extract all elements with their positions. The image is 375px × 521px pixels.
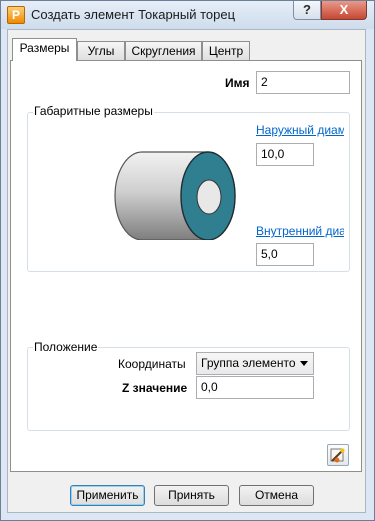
help-button[interactable]: ?	[293, 1, 321, 20]
cylinder-illustration	[114, 151, 236, 240]
tab-skrugleniya[interactable]: Скругления	[125, 41, 202, 61]
cylinder-hole	[196, 179, 222, 215]
close-button[interactable]: X	[321, 1, 367, 20]
app-icon: P	[7, 6, 25, 24]
tab-razmery[interactable]: Размеры	[12, 38, 77, 61]
window-title: Создать элемент Токарный торец	[31, 7, 236, 22]
dimensions-group-title: Габаритные размеры	[33, 104, 154, 118]
name-label: Имя	[225, 76, 250, 90]
coordinates-select-value: Группа элементо	[201, 356, 296, 370]
tab-ugly[interactable]: Углы	[77, 41, 125, 61]
position-group-title: Положение	[33, 340, 99, 354]
accept-button[interactable]: Принять	[154, 485, 229, 506]
outer-diameter-link[interactable]: Наружный диам	[256, 123, 344, 137]
name-input[interactable]: 2	[256, 71, 350, 94]
outer-diameter-input[interactable]: 10,0	[256, 143, 314, 166]
coordinates-label: Координаты	[118, 357, 186, 371]
inner-diameter-input[interactable]: 5,0	[256, 243, 314, 266]
wizard-button[interactable]	[327, 444, 349, 466]
inner-diameter-link[interactable]: Внутренний диа	[256, 224, 344, 238]
z-value-label: Z значение	[122, 381, 188, 395]
coordinates-select[interactable]: Группа элементо	[196, 352, 314, 375]
chevron-down-icon	[300, 361, 308, 366]
z-value-input[interactable]: 0,0	[196, 376, 314, 399]
tab-centr[interactable]: Центр	[202, 41, 250, 61]
magic-wand-icon	[330, 448, 345, 463]
cancel-button[interactable]: Отмена	[239, 485, 314, 506]
apply-button[interactable]: Применить	[70, 485, 145, 506]
